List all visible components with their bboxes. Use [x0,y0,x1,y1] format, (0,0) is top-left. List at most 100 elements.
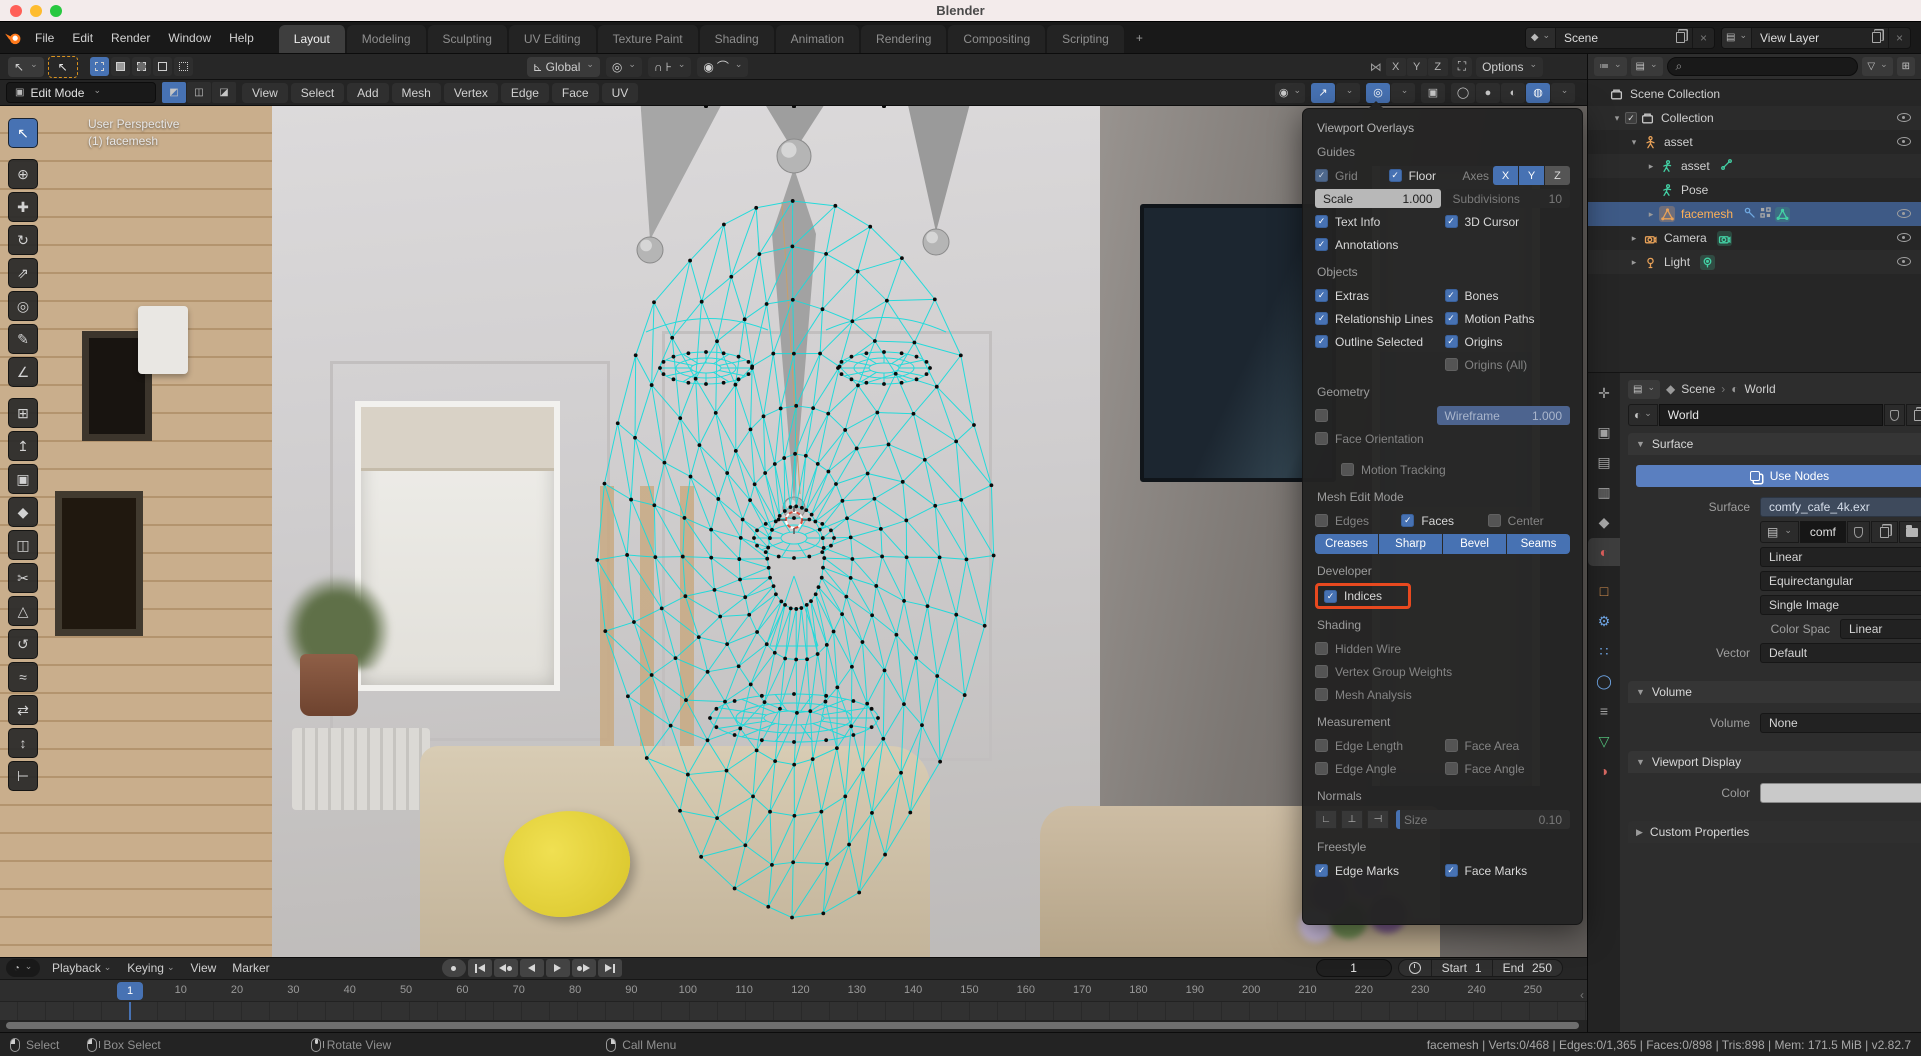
workspace-tab-compositing[interactable]: Compositing [948,25,1046,53]
tool-measure[interactable]: ∠ [8,357,38,387]
overlay-option-text-info[interactable]: ✓Text Info [1315,215,1441,229]
checkbox-off[interactable] [1315,665,1328,678]
checkbox-on[interactable]: ✓ [1315,289,1328,302]
copy-image-button[interactable] [1871,521,1898,543]
menu-file[interactable]: File [26,27,63,49]
image-browse-dropdown[interactable]: ▤ [1760,521,1799,543]
normals-face-icon[interactable]: ⊣ [1367,810,1389,829]
scene-icon[interactable]: ◆ [1526,28,1556,48]
overlay-option-face-orientation[interactable]: Face Orientation [1315,432,1570,446]
snap-dropdown[interactable]: ∩⊦ [648,57,691,77]
button-sharp[interactable]: Sharp [1379,534,1442,554]
tool-annotate[interactable]: ✎ [8,324,38,354]
workspace-tab-sculpting[interactable]: Sculpting [428,25,508,53]
collection-checkbox[interactable]: ✓ [1625,112,1637,124]
volume-panel-header[interactable]: ▼ Volume ∷∷ [1628,681,1921,703]
view-layer-icon[interactable]: ▤ [1722,28,1752,48]
hide-in-viewport-icon[interactable] [1897,207,1911,221]
tool-add-cube[interactable]: ⊞ [8,398,38,428]
shading-dropdown[interactable] [1551,83,1575,103]
properties-tab-modifiers[interactable]: ⚙ [1588,607,1620,635]
outliner-row-asset[interactable]: ▸asset [1588,154,1921,178]
use-nodes-button[interactable]: Use Nodes [1636,465,1921,487]
checkbox-on[interactable]: ✓ [1445,289,1458,302]
image-fake-user-button[interactable] [1847,521,1870,543]
checkbox-on[interactable]: ✓ [1315,215,1328,228]
modifier-icon[interactable] [1759,206,1772,222]
overlay-option-edges[interactable]: Edges [1315,514,1397,528]
slider-scale[interactable]: Scale1.000 [1315,189,1441,208]
overlay-option-vertex-group-weights[interactable]: Vertex Group Weights [1315,665,1570,679]
timeline-ruler[interactable]: 1102030405060708090100110120130140150160… [0,980,1587,1003]
checkbox-on[interactable]: ✓ [1445,215,1458,228]
button-bevel[interactable]: Bevel [1443,534,1506,554]
properties-tab-particles[interactable]: ∷ [1588,637,1620,665]
properties-tab-tool[interactable]: ✛ [1588,379,1620,407]
tool-inset-faces[interactable]: ▣ [8,464,38,494]
tool-smooth[interactable]: ≈ [8,662,38,692]
checkbox-dim[interactable]: ✓ [1315,169,1328,182]
select-extend-button[interactable] [111,57,130,76]
viewport-menu-select[interactable]: Select [291,83,344,103]
shading-rendered-button[interactable]: ◍ [1526,83,1550,103]
timeline-channels[interactable]: ‹ [0,1002,1587,1020]
axis-z-toggle[interactable]: Z [1545,166,1570,185]
overlay-option-floor[interactable]: ✓Floor [1389,169,1459,183]
checkbox-off[interactable] [1315,688,1328,701]
overlay-option-faces[interactable]: ✓Faces [1401,514,1483,528]
view-layer-selector[interactable]: ▤ View Layer × [1721,27,1911,49]
checkbox-off[interactable] [1315,762,1328,775]
jump-start-button[interactable] [468,959,492,977]
outliner-row-camera[interactable]: ▸Camera [1588,226,1921,250]
overlay-option-edge-marks[interactable]: ✓Edge Marks [1315,864,1441,878]
overlay-option-edge-length[interactable]: Edge Length [1315,739,1441,753]
timeline-menu-keying[interactable]: Keying [119,959,182,977]
blender-logo-icon[interactable] [0,31,26,45]
overlay-option-annotations[interactable]: ✓Annotations [1315,238,1441,252]
wrench-icon[interactable] [1743,206,1756,222]
tool-tweak[interactable]: ↖ [8,118,38,148]
checkbox-on[interactable]: ✓ [1445,312,1458,325]
breadcrumb-world[interactable]: World [1745,382,1776,396]
checkbox-on[interactable]: ✓ [1324,590,1337,603]
properties-tab-material[interactable]: ◑ [1588,757,1620,785]
select-invert-button[interactable] [153,57,172,76]
next-keyframe-button[interactable] [572,959,596,977]
checkbox-on[interactable]: ✓ [1315,238,1328,251]
checkbox-on[interactable]: ✓ [1315,312,1328,325]
workspace-tab-rendering[interactable]: Rendering [861,25,947,53]
meshdata-icon[interactable] [1775,207,1790,222]
bone-icon[interactable] [1720,158,1733,174]
gizmo-dropdown[interactable] [1336,83,1360,103]
overlay-option-origins[interactable]: ✓Origins [1445,335,1571,349]
properties-tab-object[interactable]: □ [1588,577,1620,605]
viewport-menu-vertex[interactable]: Vertex [444,83,498,103]
tool-rotate[interactable]: ↻ [8,225,38,255]
hide-in-viewport-icon[interactable] [1897,111,1911,125]
breadcrumb-scene[interactable]: Scene [1681,382,1715,396]
current-frame-field[interactable]: 1 [1316,959,1392,977]
workspace-tab-layout[interactable]: Layout [279,25,346,53]
copy-world-button[interactable] [1906,404,1921,426]
shading-wireframe-button[interactable]: ◯ [1451,83,1475,103]
viewport-menu-edge[interactable]: Edge [501,83,549,103]
tool-rip-region[interactable]: ⊢ [8,761,38,791]
timeline-menu-view[interactable]: View [183,959,225,977]
surface-panel-header[interactable]: ▼ Surface ∷∷ [1628,433,1921,455]
editor-type-dropdown[interactable]: ◔ [6,959,40,977]
hide-in-viewport-icon[interactable] [1897,231,1911,245]
checkbox-off[interactable] [1445,762,1458,775]
workspace-tab-animation[interactable]: Animation [776,25,860,53]
select-subtract-button[interactable] [132,57,151,76]
overlay-option-hidden-wire[interactable]: Hidden Wire [1315,642,1570,656]
outliner-filter-mode-dropdown[interactable]: ▤ [1631,57,1663,76]
checkbox-on[interactable]: ✓ [1315,864,1328,877]
jump-end-button[interactable] [598,959,622,977]
overlay-option[interactable] [1315,409,1433,422]
viewport-menu-uv[interactable]: UV [602,83,639,103]
auto-keying-toggle[interactable] [1399,960,1431,976]
overlay-option-face-angle[interactable]: Face Angle [1445,762,1571,776]
checkbox-off[interactable] [1445,358,1458,371]
tool-transform[interactable]: ◎ [8,291,38,321]
checkbox-off[interactable] [1445,739,1458,752]
